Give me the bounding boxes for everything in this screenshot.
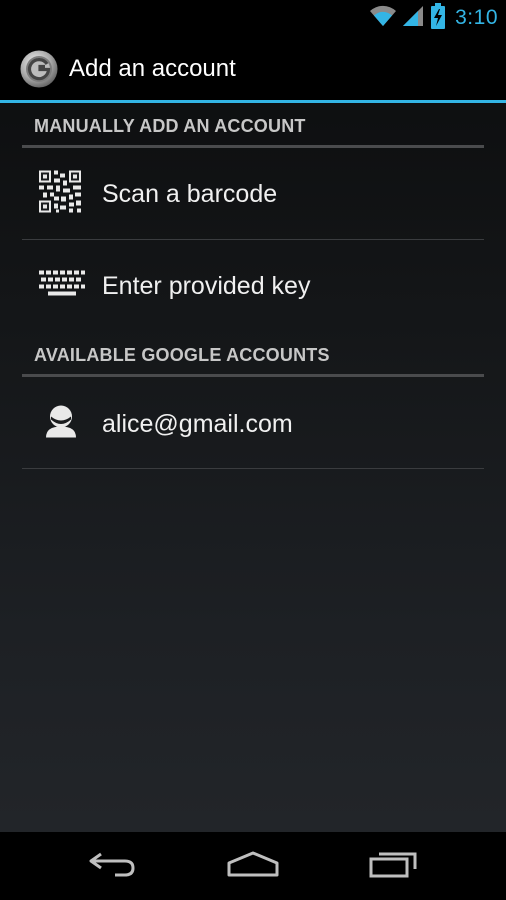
row-divider (22, 468, 484, 469)
recent-apps-button[interactable] (349, 842, 439, 890)
keyboard-icon (39, 270, 85, 302)
google-account-label: alice@gmail.com (102, 410, 293, 438)
google-account-item[interactable]: alice@gmail.com (22, 378, 484, 470)
scan-barcode-label: Scan a barcode (102, 180, 278, 208)
section-divider (22, 374, 484, 377)
recent-apps-icon (369, 849, 419, 884)
home-button[interactable] (208, 842, 298, 890)
enter-key-item[interactable]: Enter provided key (22, 240, 484, 332)
signal-icon (403, 4, 425, 33)
navigation-bar (0, 832, 506, 900)
home-icon (226, 850, 280, 883)
section-header-google: AVAILABLE GOOGLE ACCOUNTS (34, 345, 330, 365)
status-time: 3:10 (455, 6, 498, 29)
status-bar: 3:10 (0, 0, 506, 36)
screen: 3:10 Add an account MANUALLY ADD AN ACCO… (0, 0, 506, 900)
enter-key-label: Enter provided key (102, 272, 311, 300)
page-title: Add an account (69, 55, 236, 82)
back-button[interactable] (67, 842, 157, 890)
qr-code-icon (39, 170, 81, 218)
authenticator-app-icon[interactable] (20, 50, 58, 88)
person-icon (46, 405, 76, 443)
back-icon (87, 850, 137, 883)
action-bar: Add an account (0, 36, 506, 100)
wifi-icon (369, 4, 397, 33)
scan-barcode-item[interactable]: Scan a barcode (22, 148, 484, 240)
section-header-manual: MANUALLY ADD AN ACCOUNT (34, 116, 306, 136)
status-icons: 3:10 (369, 0, 498, 36)
action-bar-accent-line (0, 100, 506, 103)
battery-charging-icon (431, 2, 446, 34)
